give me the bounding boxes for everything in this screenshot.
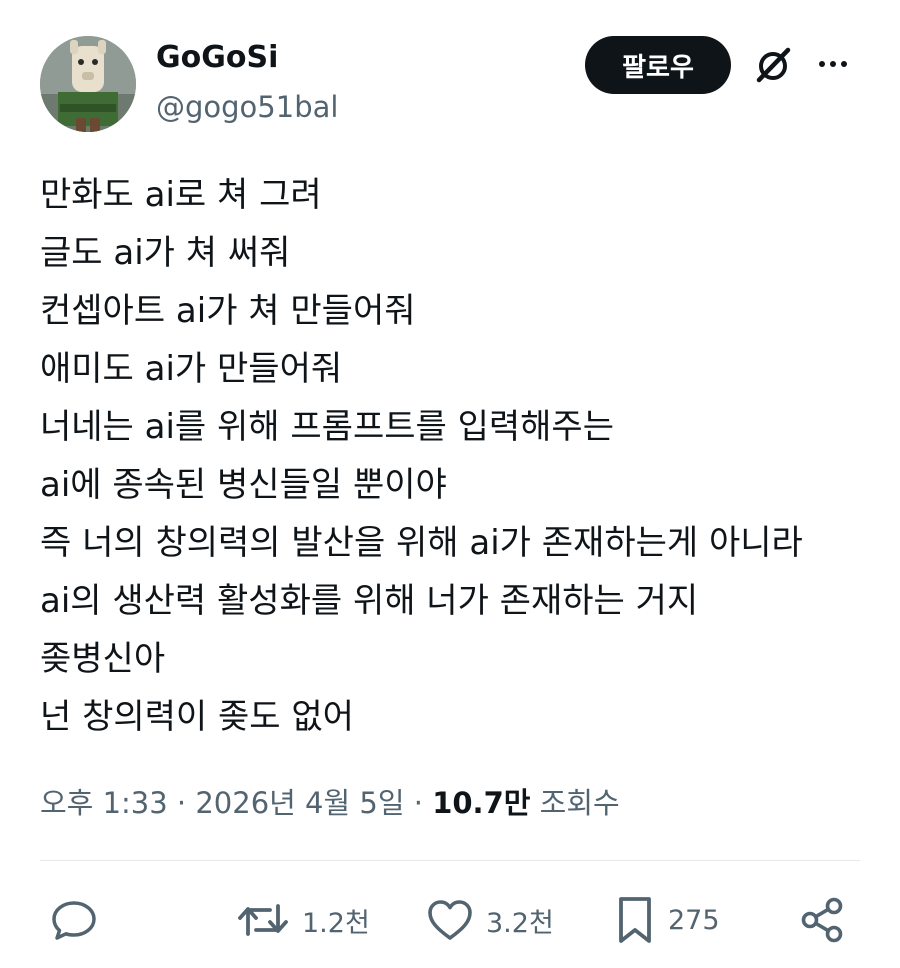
reply-button[interactable] (50, 888, 98, 952)
llama-avatar-icon (40, 36, 136, 132)
tweet-line: 좆병신아 (40, 639, 166, 679)
share-button[interactable] (800, 888, 846, 952)
more-icon[interactable] (818, 58, 848, 70)
avatar[interactable] (40, 36, 136, 132)
bookmark-button[interactable]: 275 (614, 888, 720, 952)
reply-icon (52, 901, 96, 940)
like-count: 3.2천 (486, 907, 554, 939)
tweet-line: ai의 생산력 활성화를 위해 너가 존재하는 거지 (40, 581, 699, 621)
tweet-line: 만화도 ai로 쳐 그려 (40, 175, 322, 215)
tweet-line: 글도 ai가 쳐 써줘 (40, 233, 291, 273)
tweet-line: ai에 종속된 병신들일 뿐이야 (40, 465, 447, 505)
tweet-text: 만화도 ai로 쳐 그려 글도 ai가 쳐 써줘 컨셉아트 ai가 쳐 만들어줘… (40, 166, 880, 746)
display-name[interactable]: GoGoSi (156, 40, 278, 75)
retweet-count: 1.2천 (302, 907, 370, 939)
heart-icon (428, 900, 472, 940)
views-count: 10.7만 (432, 786, 531, 820)
tweet-line: 너네는 ai를 위해 프롬프트를 입력해주는 (40, 407, 614, 447)
grok-icon[interactable] (752, 44, 794, 86)
tweet-line: 즉 너의 창의력의 발산을 위해 ai가 존재하는게 아니라 (40, 523, 803, 563)
retweet-icon (238, 904, 288, 936)
bookmark-count: 275 (668, 904, 720, 936)
timestamp[interactable]: 오후 1:33 · 2026년 4월 5일 · (40, 786, 432, 820)
tweet-line: 컨셉아트 ai가 쳐 만들어줘 (40, 291, 416, 331)
views-label: 조회수 (530, 786, 620, 820)
tweet-meta: 오후 1:33 · 2026년 4월 5일 · 10.7만 조회수 (40, 780, 620, 822)
like-button[interactable]: 3.2천 (426, 888, 554, 952)
tweet-line: 넌 창의력이 좆도 없어 (40, 697, 354, 737)
follow-button[interactable]: 팔로우 (585, 36, 731, 94)
tweet-line: 애미도 ai가 만들어줘 (40, 349, 343, 389)
user-handle[interactable]: @gogo51bal (156, 90, 338, 124)
divider (40, 860, 860, 861)
share-icon (801, 897, 843, 943)
retweet-button[interactable]: 1.2천 (236, 888, 370, 952)
bookmark-icon (619, 897, 651, 943)
